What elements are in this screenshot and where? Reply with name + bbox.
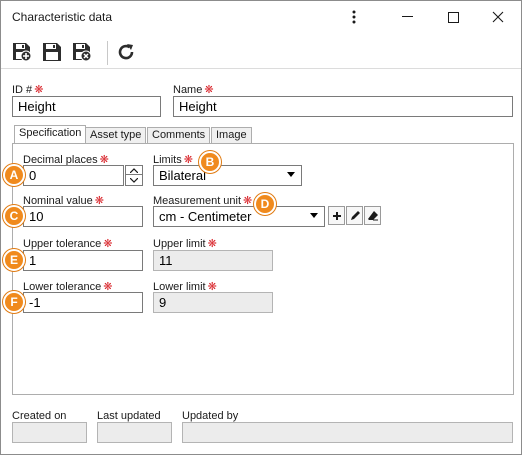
upper-tolerance-label: Upper tolerance ❋	[23, 237, 113, 250]
maximize-icon[interactable]	[430, 1, 476, 33]
lower-limit-field: 9	[153, 292, 273, 313]
add-unit-button[interactable]	[328, 206, 345, 225]
required-icon: ❋	[207, 238, 217, 250]
chevron-down-icon	[287, 172, 295, 177]
save-icon[interactable]	[41, 41, 63, 63]
callout-badge-d: D	[254, 193, 276, 215]
id-label-text: ID #	[12, 84, 33, 96]
more-options-icon[interactable]	[331, 1, 377, 33]
name-label: Name ❋	[173, 83, 214, 96]
callout-badge-a: A	[3, 164, 25, 186]
name-label-text: Name	[173, 84, 203, 96]
close-icon[interactable]	[475, 1, 521, 33]
callout-badge-e: E	[3, 249, 25, 271]
callout-badge-b: B	[199, 151, 221, 173]
window-title: Characteristic data	[12, 10, 113, 24]
limits-select-value: Bilateral	[159, 168, 206, 183]
name-input[interactable]: Height	[173, 96, 513, 117]
toolbar-separator	[107, 41, 108, 65]
limits-select[interactable]: Bilateral	[153, 165, 302, 186]
upper-limit-label: Upper limit ❋	[153, 237, 217, 250]
eraser-icon	[367, 210, 378, 220]
callout-badge-f: F	[3, 291, 25, 313]
upper-limit-field: 11	[153, 250, 273, 271]
minimize-icon[interactable]	[384, 1, 430, 33]
required-icon: ❋	[204, 84, 214, 96]
created-on-field	[12, 422, 87, 443]
last-updated-field	[97, 422, 172, 443]
last-updated-label: Last updated	[97, 410, 161, 422]
decimal-places-stepper[interactable]	[125, 165, 143, 186]
refresh-icon[interactable]	[115, 41, 137, 63]
pencil-icon	[350, 210, 360, 220]
stepper-down-icon[interactable]	[126, 176, 142, 185]
decimal-places-input[interactable]: 0	[23, 165, 124, 186]
required-icon: ❋	[103, 238, 113, 250]
toolbar	[1, 35, 521, 69]
upper-tolerance-label-text: Upper tolerance	[23, 238, 102, 250]
required-icon: ❋	[34, 84, 44, 96]
tab-asset-type[interactable]: Asset type	[85, 127, 147, 143]
tab-image[interactable]: Image	[211, 127, 252, 143]
upper-limit-label-text: Upper limit	[153, 238, 206, 250]
edit-unit-button[interactable]	[346, 206, 363, 225]
clear-unit-button[interactable]	[364, 206, 381, 225]
measurement-unit-select[interactable]: cm - Centimeter	[153, 206, 325, 227]
callout-badge-c: C	[3, 205, 25, 227]
updated-by-field	[182, 422, 513, 443]
tab-specification[interactable]: Specification	[14, 125, 87, 144]
nominal-value-input[interactable]: 10	[23, 206, 143, 227]
created-on-label: Created on	[12, 410, 67, 422]
lower-tolerance-input[interactable]: -1	[23, 292, 143, 313]
save-and-close-icon[interactable]	[71, 41, 93, 63]
upper-tolerance-input[interactable]: 1	[23, 250, 143, 271]
chevron-down-icon	[310, 213, 318, 218]
plus-icon	[332, 211, 341, 220]
id-input[interactable]: Height	[12, 96, 161, 117]
title-bar: Characteristic data	[1, 1, 521, 33]
tab-comments[interactable]: Comments	[147, 127, 211, 143]
stepper-up-icon[interactable]	[126, 166, 142, 175]
save-and-new-icon[interactable]	[11, 41, 33, 63]
id-label: ID # ❋	[12, 83, 43, 96]
updated-by-label: Updated by	[182, 410, 239, 422]
measurement-unit-select-value: cm - Centimeter	[159, 209, 252, 224]
characteristic-data-window: Characteristic data ID # ❋ Height Name ❋…	[0, 0, 522, 455]
